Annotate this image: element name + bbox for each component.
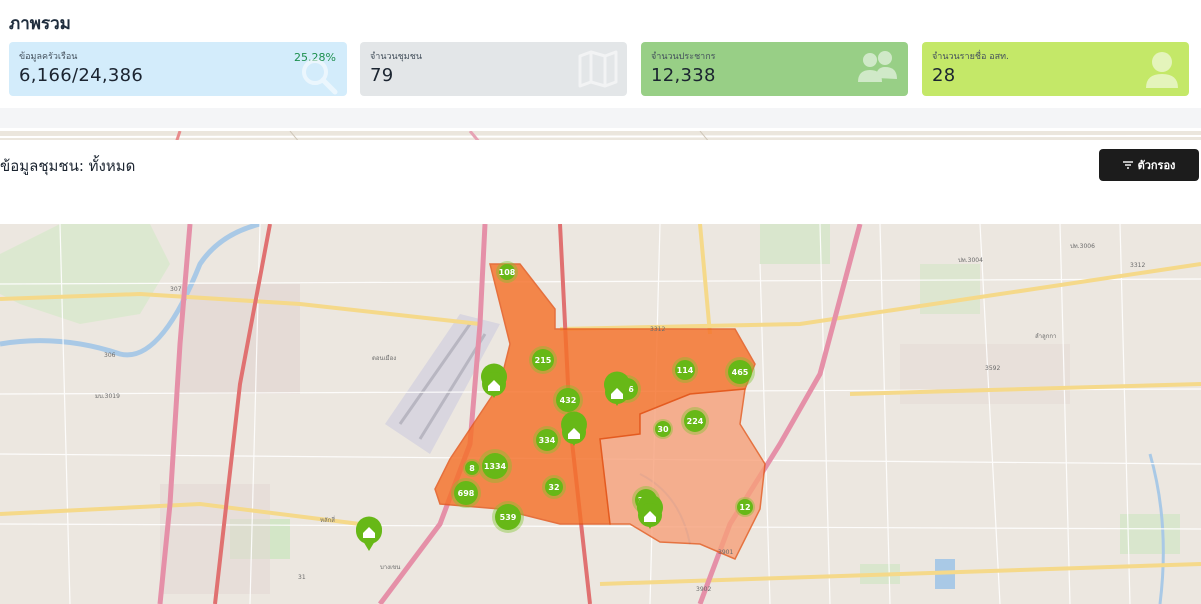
map-label-laksi: หลักสี่ (320, 516, 335, 524)
svg-text:465: 465 (732, 368, 749, 377)
cluster-marker[interactable]: 108 (496, 261, 518, 283)
cluster-marker[interactable]: 224 (681, 407, 709, 435)
cluster-marker[interactable]: 8 (463, 459, 481, 477)
cluster-marker[interactable]: 465 (725, 357, 755, 387)
map-label-road-3006: ปท.3006 (1070, 243, 1095, 250)
map-label-road-3004: ปท.3004 (958, 257, 983, 264)
map-label-road-3902: 3902 (696, 586, 711, 593)
card-label: ข้อมูลครัวเรือน (19, 52, 78, 62)
svg-text:1334: 1334 (484, 462, 507, 471)
community-count-card[interactable]: จำนวนชุมชน 79 (360, 42, 627, 96)
cluster-marker[interactable]: 215 (529, 346, 557, 374)
map-label-road-3312a: 3312 (650, 326, 665, 333)
map-label-road-3592: 3592 (985, 365, 1000, 372)
card-value: 28 (932, 65, 956, 86)
map-label-road-307: 307 (170, 286, 182, 293)
filter-button-label: ตัวกรอง (1137, 159, 1176, 172)
divider-strip (0, 108, 1201, 128)
map-label-donmueang: ดอนเมือง (372, 354, 396, 362)
map-label-road-3019: มบ.3019 (95, 393, 120, 400)
people-icon (854, 48, 900, 92)
cluster-marker[interactable]: 432 (553, 385, 583, 415)
svg-text:8: 8 (469, 464, 475, 473)
map-label-road-3312b: 3312 (1130, 262, 1145, 269)
cluster-marker[interactable]: 12 (735, 497, 755, 517)
cluster-marker[interactable]: 1334 (478, 449, 512, 483)
card-label: จำนวนรายชื่อ อสท. (932, 52, 1009, 62)
svg-text:698: 698 (458, 489, 475, 498)
svg-text:114: 114 (677, 366, 694, 375)
map-icon (577, 48, 619, 92)
svg-text:539: 539 (500, 513, 517, 522)
svg-text:334: 334 (539, 436, 556, 445)
svg-text:108: 108 (499, 268, 516, 277)
community-section-title: ข้อมูลชุมชน: ทั้งหมด (0, 157, 136, 175)
overview-title: ภาพรวม (9, 14, 71, 34)
map-label-bangkhen: บางเขน (380, 564, 400, 571)
filter-button[interactable]: ตัวกรอง (1099, 149, 1199, 181)
cluster-marker[interactable]: 32 (542, 475, 566, 499)
card-value: 6,166/24,386 (19, 65, 144, 86)
svg-text:224: 224 (687, 417, 704, 426)
search-icon (299, 56, 339, 96)
map-label-road-3901: 3901 (718, 549, 733, 556)
cluster-marker[interactable]: 114 (672, 357, 698, 383)
svg-text:12: 12 (739, 503, 750, 512)
map-label-lamlukka: ลำลูกกา (1035, 333, 1056, 340)
svg-text:30: 30 (657, 425, 669, 434)
community-map[interactable]: ดอนเมือง ลำลูกกา หลักสี่ บางเขน ปท.3004 … (0, 224, 1201, 604)
cluster-marker[interactable]: 698 (451, 478, 481, 508)
population-card[interactable]: จำนวนประชากร 12,338 (641, 42, 908, 96)
svg-text:215: 215 (535, 356, 552, 365)
map-label-road-306: 306 (104, 352, 116, 359)
svg-text:432: 432 (560, 396, 577, 405)
volunteer-count-card[interactable]: จำนวนรายชื่อ อสท. 28 (922, 42, 1189, 96)
cluster-marker[interactable]: 30 (653, 419, 673, 439)
map-preview-strip (0, 128, 1201, 140)
cluster-marker[interactable]: 539 (492, 501, 524, 533)
map-label-road-31: 31 (298, 574, 306, 581)
household-data-card[interactable]: ข้อมูลครัวเรือน 6,166/24,386 25.28% (9, 42, 347, 96)
cluster-marker[interactable]: 334 (533, 426, 561, 454)
person-icon (1143, 48, 1181, 94)
filter-icon (1122, 159, 1133, 172)
svg-text:32: 32 (548, 483, 559, 492)
